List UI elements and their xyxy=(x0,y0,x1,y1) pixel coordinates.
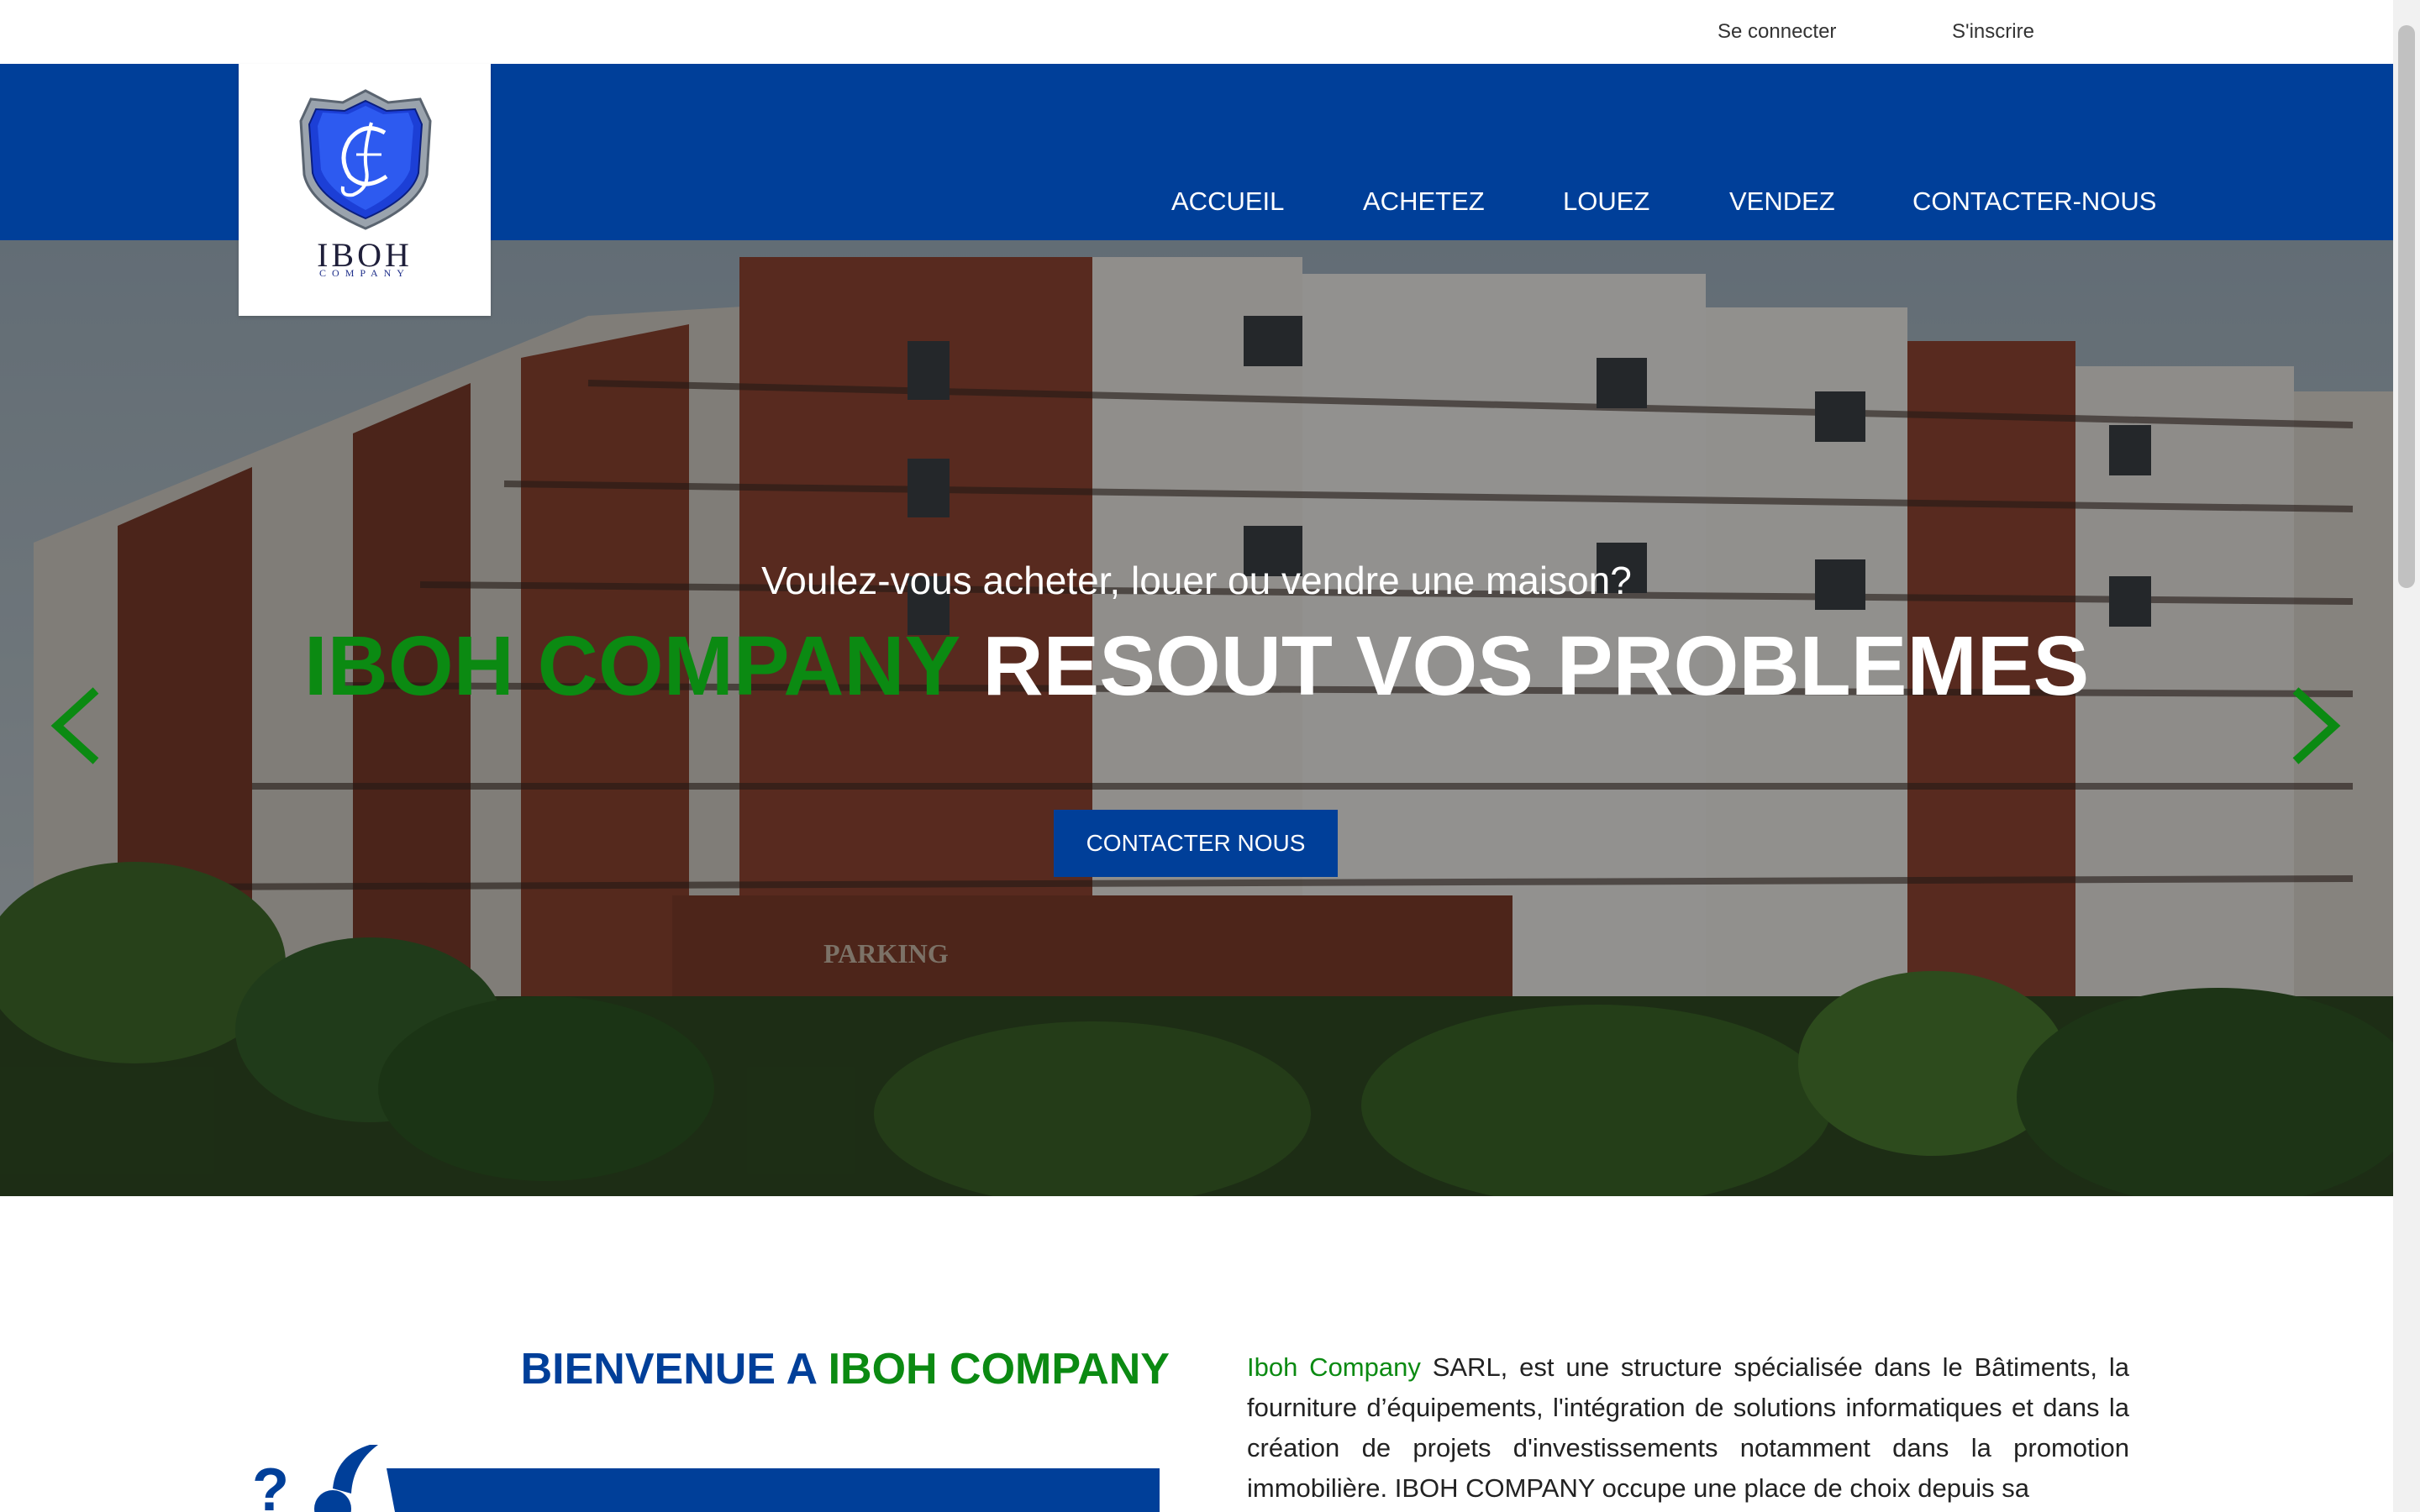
intro-title-prefix: BIENVENUE A xyxy=(520,1345,829,1394)
intro-illustration: ? xyxy=(252,1445,1160,1512)
svg-text:?: ? xyxy=(252,1457,289,1512)
hero-overlay xyxy=(0,240,2393,1196)
contact-us-button[interactable]: CONTACTER NOUS xyxy=(1054,810,1338,877)
top-bar: Se connecter S'inscrire xyxy=(0,0,2393,64)
intro-brand: Iboh Company xyxy=(1247,1352,1421,1382)
hero-tagline: RESOUT VOS PROBLEMES xyxy=(982,619,2090,713)
logo-subtitle: COMPANY xyxy=(319,267,410,279)
nav-achetez[interactable]: ACHETEZ xyxy=(1363,186,1485,217)
nav-vendez[interactable]: VENDEZ xyxy=(1729,186,1835,217)
hero-brand: IBOH COMPANY xyxy=(303,619,960,713)
nav-louez[interactable]: LOUEZ xyxy=(1563,186,1649,217)
nav-contacter-nous[interactable]: CONTACTER-NOUS xyxy=(1912,186,2156,217)
page: Se connecter S'inscrire ACCUEIL ACHETEZ … xyxy=(0,0,2393,1512)
hero-question: Voulez-vous acheter, louer ou vendre une… xyxy=(761,559,1632,602)
login-link[interactable]: Se connecter xyxy=(1718,20,1836,44)
hero-slider: PARKING Voulez-vous acheter, louer ou ve… xyxy=(0,240,2393,1196)
hero-title: IBOH COMPANY RESOUT VOS PROBLEMES xyxy=(0,618,2393,715)
signup-link[interactable]: S'inscrire xyxy=(1952,20,2034,44)
scrollbar-thumb[interactable] xyxy=(2398,25,2415,588)
scrollbar[interactable] xyxy=(2393,0,2420,1512)
shield-logo-icon xyxy=(299,89,432,230)
nav-accueil[interactable]: ACCUEIL xyxy=(1171,186,1284,217)
intro-paragraph: Iboh Company SARL, est une structure spé… xyxy=(1247,1347,2129,1509)
intro-title-brand: IBOH COMPANY xyxy=(828,1345,1170,1394)
logo[interactable]: IBOH COMPANY xyxy=(239,64,491,316)
intro-title: BIENVENUE A IBOH COMPANY xyxy=(0,1344,1170,1394)
chevron-left-icon[interactable] xyxy=(47,685,106,766)
chevron-right-icon[interactable] xyxy=(2286,685,2344,766)
